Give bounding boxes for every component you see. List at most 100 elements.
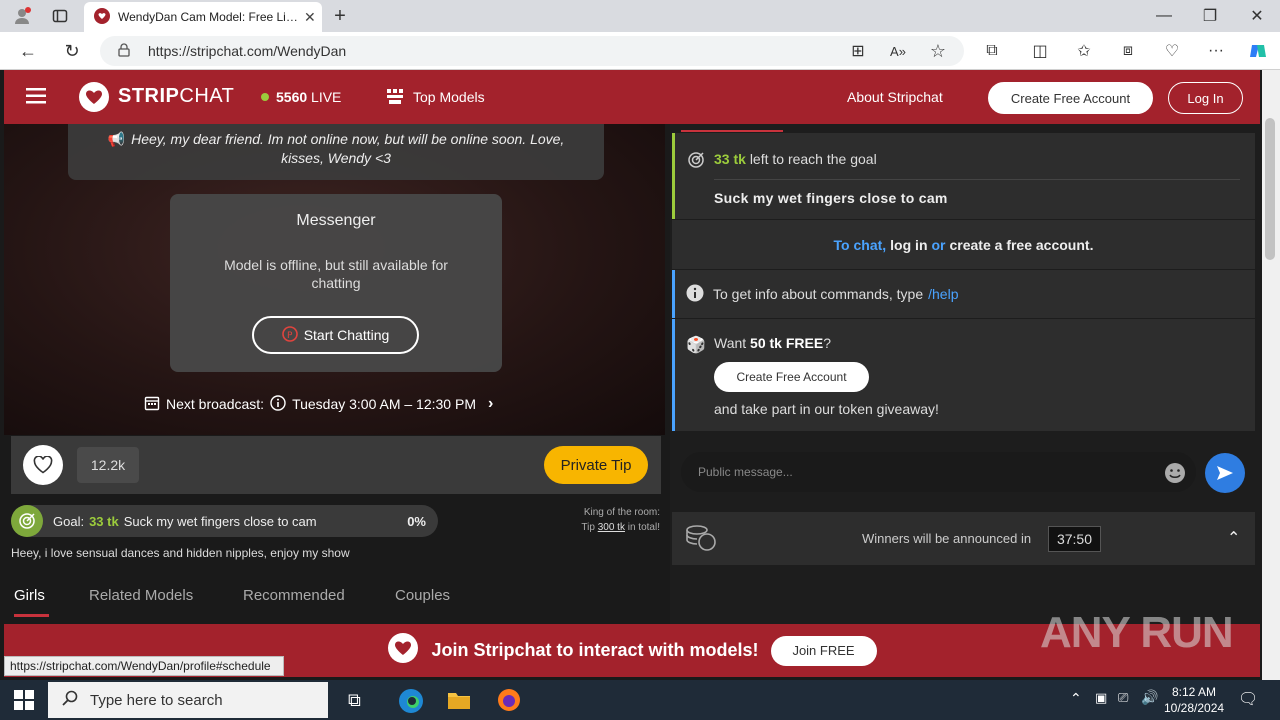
king-tip-amount[interactable]: 300 tk [598, 522, 625, 533]
tab-recommended[interactable]: Recommended [243, 587, 345, 604]
info-circle-icon [270, 394, 286, 414]
want-text: Want [714, 335, 747, 351]
tab-couples[interactable]: Couples [395, 587, 450, 604]
site-logo-text[interactable]: STRIPCHAT [118, 85, 234, 108]
join-free-button[interactable]: Join FREE [770, 635, 877, 666]
live-dot-icon [261, 93, 269, 101]
dice-icon: 🎲 [686, 337, 706, 354]
calendar-icon [144, 395, 160, 414]
browser-essentials-icon[interactable]: ♡ [1158, 37, 1186, 65]
firefox-icon[interactable] [497, 688, 521, 717]
tab-actions-icon[interactable] [46, 2, 74, 30]
task-view-icon[interactable]: ⧉ [348, 690, 361, 711]
question-mark: ? [823, 335, 831, 351]
info-icon [686, 284, 704, 305]
offline-message-text: Heey, my dear friend. Im not online now,… [131, 131, 565, 166]
url-field[interactable]: https://stripchat.com/WendyDan [100, 36, 964, 66]
or-text: or [931, 236, 946, 253]
clock-time: 8:12 AM [1171, 685, 1217, 699]
favorite-star-icon[interactable]: ☆ [924, 37, 952, 65]
read-aloud-icon[interactable]: A» [884, 37, 912, 65]
close-window-icon[interactable]: ✕ [1243, 2, 1271, 30]
top-models-link[interactable]: Top Models [413, 89, 485, 105]
messenger-text: Model is offline, but still available fo… [224, 257, 448, 291]
chat-goal-left: left to reach the goal [749, 151, 877, 167]
logo-text-bold: STRIP [118, 85, 180, 107]
lock-icon [118, 43, 130, 60]
close-tab-icon[interactable]: ✕ [304, 9, 316, 26]
goal-amount: 33 tk [89, 513, 119, 529]
king-tip-suffix: in total! [627, 522, 660, 533]
goal-text: Suck my wet fingers close to cam [123, 513, 317, 529]
more-menu-icon[interactable]: ··· [1202, 37, 1230, 65]
network-icon[interactable]: ⎚ [1118, 690, 1128, 706]
profile-icon[interactable] [8, 2, 36, 30]
chevron-up-icon[interactable]: ⌃ [1227, 528, 1240, 548]
winners-text: Winners will be announced in [862, 531, 1032, 546]
public-message-input[interactable]: Public message... [681, 452, 1196, 492]
send-icon [1217, 466, 1233, 480]
stripchat-favicon-icon [94, 7, 110, 27]
minimize-icon[interactable]: — [1150, 2, 1178, 30]
app-available-icon[interactable]: ⊞ [844, 37, 872, 65]
search-placeholder: Type here to search [90, 691, 223, 709]
chevron-right-icon[interactable]: › [488, 395, 493, 413]
favorites-icon[interactable]: ✩ [1070, 37, 1098, 65]
king-of-room: King of the room: Tip 300 tk in total! [550, 505, 660, 535]
file-explorer-icon[interactable] [447, 689, 471, 716]
tab-related-models[interactable]: Related Models [89, 587, 193, 604]
free-tokens: 50 tk FREE [750, 335, 824, 351]
create-account-button[interactable]: Create Free Account [988, 82, 1153, 114]
favorite-heart-button[interactable] [23, 445, 63, 485]
chat-goal-amount: 33 tk [714, 151, 746, 167]
extensions-icon[interactable]: ⧉ [978, 37, 1006, 65]
next-broadcast-time: Tuesday 3:00 AM – 12:30 PM [292, 396, 476, 412]
create-account-link[interactable]: create a free account [950, 237, 1090, 253]
scrollbar-thumb[interactable] [1265, 118, 1275, 260]
restore-icon[interactable]: ❐ [1196, 2, 1224, 30]
giveaway-create-account-button[interactable]: Create Free Account [714, 362, 869, 392]
help-command[interactable]: /help [928, 286, 958, 302]
split-screen-icon[interactable]: ◫ [1026, 37, 1054, 65]
login-link[interactable]: log in [890, 237, 927, 253]
page-scrollbar[interactable] [1262, 70, 1280, 680]
hamburger-menu-icon[interactable] [26, 88, 46, 109]
goal-bar: Goal: 33 tk Suck my wet fingers close to… [11, 505, 438, 537]
chat-goal-text: Suck my wet fingers close to cam [714, 190, 948, 206]
tab-girls[interactable]: Girls [14, 587, 45, 604]
windows-start-icon[interactable] [14, 690, 34, 715]
meet-now-icon[interactable]: ▣ [1095, 690, 1107, 706]
collections-icon[interactable]: ⧈ [1114, 37, 1142, 65]
taskbar-search[interactable]: Type here to search [48, 682, 328, 718]
tray-chevron-up-icon[interactable]: ⌃ [1070, 690, 1082, 707]
back-icon[interactable]: ← [14, 37, 42, 65]
copilot-icon[interactable] [1244, 37, 1272, 65]
period-text: . [1089, 236, 1094, 253]
login-prompt: To chat, log in or create a free account… [672, 220, 1255, 269]
refresh-icon[interactable]: ↻ [58, 37, 86, 65]
giveaway-block: 🎲 Want 50 tk FREE? Create Free Account a… [672, 319, 1255, 431]
svg-text:P: P [287, 331, 293, 341]
volume-icon[interactable]: 🔊 [1141, 689, 1158, 706]
notifications-icon[interactable]: 🗨 [1238, 689, 1258, 709]
stripchat-logo-icon[interactable] [78, 81, 110, 118]
tab-title: WendyDan Cam Model: Free Live [118, 10, 298, 24]
login-button[interactable]: Log In [1168, 82, 1243, 114]
new-tab-icon[interactable]: + [326, 2, 354, 30]
banner-logo-icon [387, 632, 419, 669]
start-chatting-button[interactable]: P Start Chatting [252, 316, 419, 354]
commands-info: To get info about commands, type /help [672, 270, 1255, 318]
about-link[interactable]: About Stripchat [847, 89, 943, 105]
emoji-icon[interactable] [1164, 462, 1186, 489]
active-tab[interactable]: WendyDan Cam Model: Free Live ✕ [84, 2, 322, 32]
private-tip-button[interactable]: Private Tip [544, 446, 648, 484]
taskbar-clock[interactable]: 8:12 AM 10/28/2024 [1164, 684, 1224, 716]
offline-message: 📢 Heey, my dear friend. Im not online now… [68, 124, 604, 180]
heart-icon [33, 456, 53, 474]
giveaway-text: and take part in our token giveaway! [714, 401, 939, 417]
chat-tab-indicator [681, 130, 783, 132]
active-tab-underline [14, 614, 49, 617]
edge-taskbar-icon[interactable] [398, 688, 424, 719]
send-message-button[interactable] [1205, 453, 1245, 493]
next-broadcast[interactable]: Next broadcast: Tuesday 3:00 AM – 12:30 … [144, 392, 524, 416]
